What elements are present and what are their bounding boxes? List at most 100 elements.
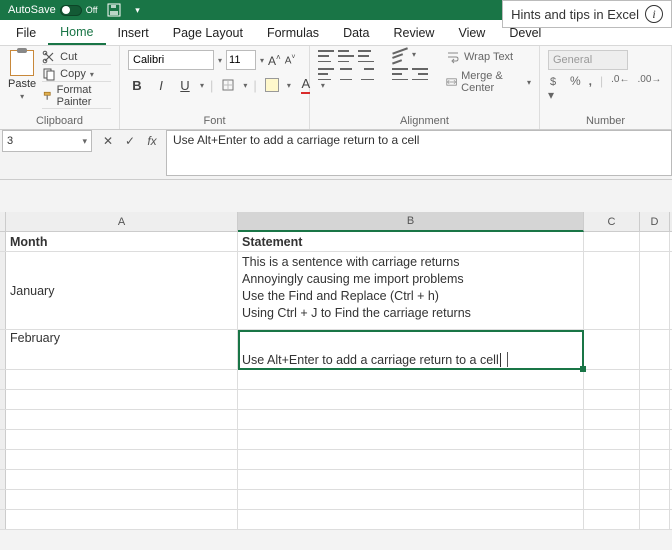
comma-button[interactable]: ,	[589, 74, 592, 102]
spreadsheet[interactable]: A B C D Month Statement January This is …	[0, 212, 672, 530]
cell[interactable]: Month	[6, 232, 238, 251]
cell[interactable]	[6, 430, 238, 449]
bold-button[interactable]: B	[128, 76, 146, 94]
percent-button[interactable]: %	[570, 74, 581, 102]
align-middle-button[interactable]	[338, 50, 354, 62]
cell-grid[interactable]: Month Statement January This is a senten…	[0, 232, 672, 530]
fill-color-button[interactable]	[263, 76, 281, 94]
shrink-font-button[interactable]: A˅	[285, 54, 296, 66]
cell[interactable]	[238, 510, 584, 529]
copy-button[interactable]: Copy ▾	[42, 67, 111, 82]
cell[interactable]	[584, 470, 640, 489]
cell[interactable]	[584, 330, 640, 369]
cell[interactable]	[584, 450, 640, 469]
cell[interactable]	[6, 490, 238, 509]
cell[interactable]	[238, 430, 584, 449]
decrease-decimal-button[interactable]: .00→	[637, 74, 661, 102]
cell[interactable]	[640, 510, 670, 529]
italic-button[interactable]: I	[152, 76, 170, 94]
group-label-font: Font	[128, 113, 301, 127]
cell[interactable]: January	[6, 252, 238, 329]
cell[interactable]	[584, 410, 640, 429]
tab-file[interactable]: File	[4, 20, 48, 45]
cell[interactable]	[640, 430, 670, 449]
align-bottom-button[interactable]	[358, 50, 374, 62]
cell[interactable]	[584, 490, 640, 509]
cell[interactable]	[584, 510, 640, 529]
align-top-button[interactable]	[318, 50, 334, 62]
cell[interactable]: February	[6, 330, 238, 369]
cell[interactable]	[640, 490, 670, 509]
cell[interactable]	[640, 232, 670, 251]
brush-icon	[42, 89, 52, 103]
tab-insert[interactable]: Insert	[106, 20, 161, 45]
align-right-button[interactable]	[358, 68, 374, 80]
orientation-button[interactable]	[392, 50, 408, 62]
confirm-edit-button[interactable]: ✓	[120, 131, 140, 151]
wrap-text-button[interactable]: Wrap Text	[446, 50, 531, 64]
currency-button[interactable]: $▾	[548, 74, 562, 102]
undo-dropdown-icon[interactable]: ▾	[130, 2, 146, 18]
cell[interactable]	[6, 370, 238, 389]
cell[interactable]	[6, 390, 238, 409]
font-size-select[interactable]	[226, 50, 256, 70]
cell[interactable]	[584, 232, 640, 251]
cell[interactable]	[640, 470, 670, 489]
cell[interactable]	[6, 510, 238, 529]
toggle-switch[interactable]	[60, 5, 82, 16]
cell[interactable]	[6, 470, 238, 489]
cell[interactable]	[238, 490, 584, 509]
autosave-toggle[interactable]: AutoSave Off	[8, 4, 98, 16]
fx-icon[interactable]: fx	[142, 131, 162, 151]
decrease-indent-button[interactable]	[392, 68, 408, 80]
column-header-c[interactable]: C	[584, 212, 640, 231]
cut-button[interactable]: Cut	[42, 50, 111, 65]
cell[interactable]	[640, 252, 670, 329]
cancel-edit-button[interactable]: ✕	[98, 131, 118, 151]
cell[interactable]	[6, 410, 238, 429]
borders-button[interactable]	[219, 76, 237, 94]
merge-center-button[interactable]: Merge & Center ▾	[446, 70, 531, 94]
tab-page-layout[interactable]: Page Layout	[161, 20, 255, 45]
cell[interactable]	[238, 410, 584, 429]
cell[interactable]	[640, 450, 670, 469]
save-icon[interactable]	[106, 2, 122, 18]
cell[interactable]: Statement	[238, 232, 584, 251]
column-header-d[interactable]: D	[640, 212, 670, 231]
underline-button[interactable]: U	[176, 76, 194, 94]
align-center-button[interactable]	[338, 68, 354, 80]
cell[interactable]	[584, 252, 640, 329]
cell-editing[interactable]: Use Alt+Enter to add a carriage return t…	[238, 330, 584, 369]
cell[interactable]	[6, 450, 238, 469]
cell[interactable]	[238, 450, 584, 469]
cell[interactable]	[238, 370, 584, 389]
cell[interactable]	[238, 470, 584, 489]
cell[interactable]	[640, 390, 670, 409]
grow-font-button[interactable]: A˄	[268, 53, 281, 68]
align-left-button[interactable]	[318, 68, 334, 80]
cell[interactable]	[640, 330, 670, 369]
cell[interactable]: This is a sentence with carriage returns…	[238, 252, 584, 329]
number-format-select[interactable]	[548, 50, 628, 70]
tab-review[interactable]: Review	[381, 20, 446, 45]
cell[interactable]	[640, 370, 670, 389]
tab-data[interactable]: Data	[331, 20, 381, 45]
font-name-select[interactable]	[128, 50, 214, 70]
increase-indent-button[interactable]	[412, 68, 428, 80]
tab-home[interactable]: Home	[48, 20, 105, 45]
column-header-b[interactable]: B	[238, 212, 584, 232]
cell[interactable]	[640, 410, 670, 429]
cell[interactable]	[584, 430, 640, 449]
tab-formulas[interactable]: Formulas	[255, 20, 331, 45]
cell[interactable]	[584, 390, 640, 409]
cell[interactable]	[238, 390, 584, 409]
formula-input[interactable]: Use Alt+Enter to add a carriage return t…	[166, 130, 672, 176]
paste-button[interactable]: Paste ▾	[8, 50, 36, 101]
tab-view[interactable]: View	[446, 20, 497, 45]
increase-decimal-button[interactable]: .0←	[611, 74, 629, 102]
cell[interactable]	[584, 370, 640, 389]
column-header-a[interactable]: A	[6, 212, 238, 231]
format-painter-button[interactable]: Format Painter	[42, 84, 111, 109]
info-icon[interactable]: i	[645, 5, 663, 23]
name-box[interactable]: 3 ▾	[2, 130, 92, 152]
